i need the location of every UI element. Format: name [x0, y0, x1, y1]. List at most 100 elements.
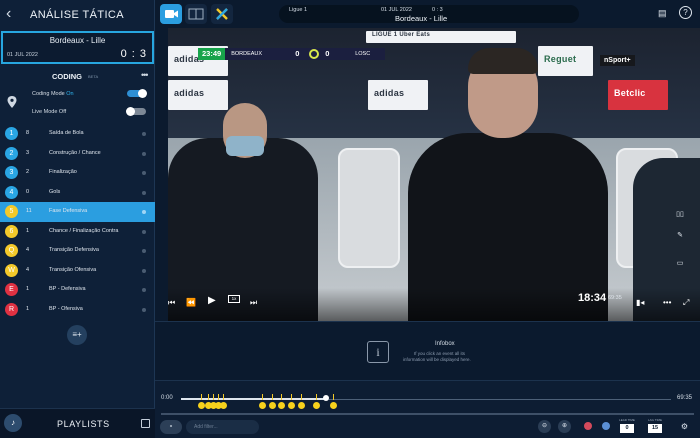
event-count: 11	[26, 208, 32, 214]
game-clock: 23:49	[198, 48, 226, 60]
help-icon[interactable]: ?	[679, 6, 692, 19]
record-icon[interactable]	[584, 422, 592, 430]
playlist-icon[interactable]: ♪	[4, 414, 22, 432]
status-dot-icon[interactable]	[142, 307, 146, 312]
coding-row[interactable]: Q 4 Transição Defensiva	[0, 241, 155, 261]
expand-icon[interactable]	[141, 419, 150, 428]
coding-row[interactable]: 6 1 Chance / Finalização Contra	[0, 222, 155, 242]
fullscreen-icon[interactable]: ⤢	[683, 298, 689, 308]
screen-icon[interactable]: ▭	[673, 259, 687, 271]
zoom-out-icon[interactable]: ⊖	[538, 420, 551, 433]
shortcut-key-badge: 3	[5, 166, 18, 179]
chevron-left-icon[interactable]: ‹	[6, 6, 20, 22]
speed-button[interactable]: 1x	[228, 295, 240, 303]
draw-icon[interactable]: ✎	[673, 231, 687, 243]
timeline-event-marker[interactable]	[329, 402, 337, 409]
coding-mode-switch[interactable]	[127, 89, 147, 98]
coding-list: 1 8 Saída de Bola 2 3 Construção / Chance 3 2 Fi…	[0, 124, 155, 319]
timeline-event-marker[interactable]	[312, 402, 320, 409]
more-icon[interactable]: •••	[663, 298, 671, 307]
topbar: Ligue 1 01 JUL 2022 0 : 3 Bordeaux - Lil…	[155, 0, 700, 28]
match-score-top: 0 : 3	[432, 7, 443, 13]
shortcut-key-badge: E	[5, 283, 18, 296]
person-center-hair	[468, 48, 538, 74]
status-dot-icon[interactable]	[142, 132, 146, 136]
tactics-view-button[interactable]	[211, 4, 233, 24]
coding-row[interactable]: 2 3 Construção / Chance	[0, 144, 155, 164]
status-dot-icon[interactable]	[142, 151, 146, 156]
compare-icon[interactable]: ▯▯	[673, 210, 687, 222]
coding-row[interactable]: 3 2 Finalização	[0, 163, 155, 183]
timeline-event-marker[interactable]	[197, 402, 205, 409]
lag-time-control[interactable]: LAG TIME 15	[648, 418, 662, 436]
skip-forward-icon[interactable]: ⏭	[250, 298, 257, 308]
event-count: 3	[26, 149, 30, 156]
status-dot-icon[interactable]	[142, 210, 146, 214]
status-dot-icon[interactable]	[142, 268, 146, 273]
code-label: Transição Ofensiva	[49, 266, 97, 273]
code-label: Fase Defensiva	[49, 208, 88, 214]
live-mode-switch[interactable]	[126, 107, 146, 116]
skip-back-icon[interactable]: ⏮	[168, 298, 175, 308]
coding-row[interactable]: 1 8 Saída de Bola	[0, 124, 155, 144]
timeline-playhead[interactable]	[322, 395, 329, 401]
shortcut-key-badge: R	[5, 302, 18, 316]
match-card[interactable]: Bordeaux - Lille 01 JUL 2022 0 : 3	[1, 31, 154, 64]
tag-icon[interactable]: ⬩	[160, 420, 182, 434]
gear-icon[interactable]: ⚙	[678, 420, 691, 433]
league-name: Ligue 1	[289, 7, 308, 13]
video-player[interactable]: adidas adidas adidas LIGUE 1 Uber Eats R…	[168, 28, 700, 321]
shortcut-key-badge: 6	[5, 224, 18, 238]
lead-time-control[interactable]: LEAD TIME 0	[619, 418, 635, 436]
timeline-event-tick	[301, 394, 303, 400]
clip-icon[interactable]: ▮◂	[636, 298, 644, 307]
location-pin-icon	[7, 96, 17, 108]
timeline-end: 69:35	[677, 395, 693, 401]
playlists-bar[interactable]: ♪ PLAYLISTS	[0, 408, 155, 438]
ad-board: adidas	[368, 80, 428, 110]
video-view-button[interactable]	[160, 4, 182, 24]
timeline-event-marker[interactable]	[219, 402, 227, 409]
status-dot-icon[interactable]	[142, 229, 146, 234]
lag-time-value[interactable]: 15	[648, 424, 662, 433]
play-icon[interactable]: ▶	[208, 295, 216, 306]
event-count: 8	[26, 130, 30, 136]
timeline-event-marker[interactable]	[278, 402, 286, 409]
infobox-panel: i Infobox If you click an event all its …	[155, 321, 700, 380]
status-dot-icon[interactable]	[142, 288, 146, 292]
timeline-event-marker[interactable]	[268, 402, 276, 409]
timeline-event-marker[interactable]	[288, 402, 296, 409]
coding-title: CODING	[52, 72, 82, 81]
add-code-button[interactable]: ≡+	[67, 325, 87, 345]
filter-input[interactable]	[186, 420, 259, 434]
infobox-description: information will be displayed here.	[403, 357, 471, 362]
ad-board: Reguet	[538, 46, 593, 76]
live-mode-label: Live Mode Off	[32, 109, 67, 115]
timeline-scrollbar[interactable]	[161, 413, 694, 415]
event-count: 1	[26, 286, 30, 292]
timeline-event-marker[interactable]	[298, 402, 306, 409]
lead-time-value[interactable]: 0	[620, 424, 634, 433]
coding-row[interactable]: R 1 BP - Ofensiva	[0, 300, 155, 320]
comment-icon[interactable]: ▤	[658, 8, 667, 19]
field-icon	[188, 8, 204, 20]
marker-icon[interactable]	[602, 422, 610, 430]
rewind-icon[interactable]: ⏪	[186, 298, 196, 307]
beta-badge: BETA	[88, 74, 99, 79]
coding-row[interactable]: E 1 BP - Defensiva	[0, 280, 155, 300]
status-dot-icon[interactable]	[142, 171, 146, 175]
lag-time-label: LAG TIME	[648, 418, 662, 422]
zoom-in-icon[interactable]: ⊕	[558, 420, 571, 433]
field-view-button[interactable]	[185, 4, 207, 24]
more-icon[interactable]: •••	[141, 70, 149, 80]
coding-row[interactable]: 5 11 Fase Defensiva	[0, 202, 155, 222]
coding-row[interactable]: 4 0 Gols	[0, 183, 155, 203]
status-dot-icon[interactable]	[142, 249, 146, 253]
scorebug-teams: BORDEAUX 0 0 LOSC	[225, 48, 386, 60]
status-dot-icon[interactable]	[142, 190, 146, 195]
timeline-event-marker[interactable]	[258, 402, 266, 409]
coding-header: CODING BETA •••	[0, 70, 155, 84]
coding-row[interactable]: W 4 Transição Ofensiva	[0, 261, 155, 281]
code-label: BP - Defensiva	[49, 286, 86, 292]
bench-seat	[338, 148, 400, 268]
